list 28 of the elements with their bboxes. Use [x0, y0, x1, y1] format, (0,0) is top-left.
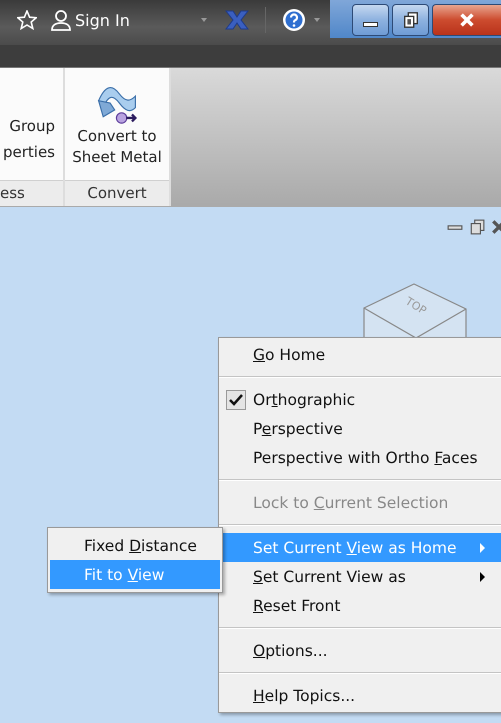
menu-item[interactable]: Orthographic	[219, 385, 501, 414]
star-icon[interactable]	[17, 10, 37, 30]
minimize-icon	[363, 22, 378, 26]
restore-icon	[402, 11, 420, 29]
menu-item[interactable]: Help Topics...	[219, 681, 501, 710]
ribbon-button[interactable]: perties	[2, 143, 63, 161]
minimize-button[interactable]	[352, 4, 389, 36]
menu-item[interactable]: Perspective with Ortho Faces	[219, 443, 501, 472]
ribbon-button[interactable]: Group	[9, 117, 63, 135]
menu-item[interactable]: Set Current View as	[219, 562, 501, 591]
convert-button[interactable]: Convert to Sheet Metal	[65, 80, 169, 168]
caret-icon[interactable]	[314, 18, 320, 22]
restore-icon[interactable]	[469, 219, 485, 235]
menu-item[interactable]: Options...	[219, 636, 501, 665]
menu-item[interactable]: Go Home	[219, 340, 501, 369]
menu-item[interactable]: Perspective	[219, 414, 501, 443]
panel-label: ess	[0, 180, 63, 206]
help-icon[interactable]	[282, 8, 306, 32]
close-button[interactable]	[432, 4, 501, 36]
menu-item[interactable]: Reset Front	[219, 591, 501, 620]
user-icon[interactable]	[51, 9, 71, 31]
menu-item[interactable]: Fixed Distance	[50, 531, 220, 560]
button-label[interactable]: Convert to Sheet Metal	[72, 126, 162, 168]
close-icon	[458, 11, 476, 29]
panel-label: Convert	[65, 180, 169, 206]
sign-in-link[interactable]: Sign In	[75, 10, 193, 30]
restore-button[interactable]	[392, 4, 429, 36]
caret-icon[interactable]	[201, 18, 207, 22]
